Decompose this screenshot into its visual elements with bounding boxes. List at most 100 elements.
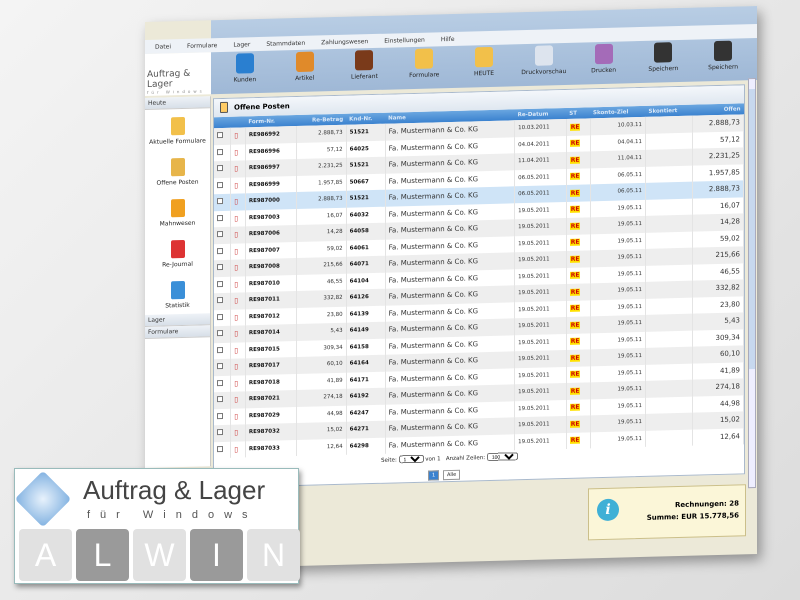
pdf-icon[interactable]: ▯ [234, 148, 238, 156]
menu-item-hilfe[interactable]: Hilfe [441, 35, 455, 42]
column-header[interactable] [214, 116, 231, 129]
cell-status: RE [566, 365, 591, 383]
row-checkbox[interactable] [217, 330, 223, 337]
menu-item-stammdaten[interactable]: Stammdaten [266, 39, 305, 47]
pdf-icon[interactable]: ▯ [234, 264, 238, 272]
pdf-icon[interactable]: ▯ [234, 214, 238, 222]
toolbar-label: Artikel [295, 74, 315, 83]
pdf-icon[interactable]: ▯ [234, 247, 238, 255]
row-checkbox[interactable] [217, 297, 223, 304]
cell-skonto-ziel: 19.05.11 [590, 215, 646, 234]
toolbar-label: Speichern [648, 65, 679, 73]
cell-skontiert [645, 247, 693, 266]
pdf-icon[interactable]: ▯ [234, 165, 238, 173]
row-checkbox[interactable] [217, 379, 223, 386]
row-checkbox[interactable] [217, 231, 223, 238]
toolbar-button-heute[interactable]: HEUTE [454, 46, 514, 78]
pdf-icon[interactable]: ▯ [234, 132, 238, 140]
pdf-icon[interactable]: ▯ [234, 346, 238, 354]
toolbar-button-artikel[interactable]: Artikel [275, 51, 335, 83]
menu-item-lager[interactable]: Lager [233, 41, 250, 48]
cell-re-betrag: 215,66 [296, 256, 347, 275]
pdf-icon[interactable]: ▯ [234, 297, 238, 305]
rows-per-page-select[interactable]: 100 [486, 452, 518, 462]
row-checkbox[interactable] [217, 396, 223, 403]
pdf-icon[interactable]: ▯ [234, 379, 238, 387]
cell-form-nr: RE987018 [245, 373, 297, 392]
row-checkbox[interactable] [217, 165, 223, 172]
sidebar-item-aktuelle-formulare[interactable]: Aktuelle Formulare [145, 108, 210, 151]
pdf-icon[interactable]: ▯ [234, 412, 238, 420]
vertical-scrollbar[interactable] [748, 78, 756, 489]
pdf-cell: ▯ [230, 226, 246, 244]
row-checkbox[interactable] [217, 363, 223, 370]
cell-skonto-ziel: 19.05.11 [590, 331, 646, 350]
menu-item-formulare[interactable]: Formulare [187, 42, 217, 50]
pdf-icon[interactable]: ▯ [234, 396, 238, 404]
cell-status: RE [566, 118, 591, 136]
pdf-icon[interactable]: ▯ [234, 231, 238, 239]
cell-status: RE [566, 283, 591, 301]
row-checkbox[interactable] [217, 429, 223, 436]
row-checkbox[interactable] [217, 313, 223, 320]
toolbar-button-kunden[interactable]: Kunden [215, 53, 275, 85]
sidebar-section-formulare[interactable]: Formulare [145, 325, 210, 339]
row-checkbox[interactable] [217, 264, 223, 271]
all-pages-button[interactable]: Alle [442, 469, 461, 481]
page-1-button[interactable]: 1 [428, 470, 440, 481]
pdf-icon[interactable]: ▯ [234, 330, 238, 338]
page-select[interactable]: 1 [398, 454, 424, 464]
row-checkbox[interactable] [217, 214, 223, 221]
toolbar-button-speichern[interactable]: Speichern [693, 40, 753, 72]
status-badge: RE [569, 420, 581, 428]
row-checkbox[interactable] [217, 132, 223, 139]
pdf-icon[interactable]: ▯ [234, 198, 238, 206]
sidebar-item-mahnwesen[interactable]: Mahnwesen [145, 190, 210, 233]
cell-name: Fa. Mustermann & Co. KG [385, 433, 515, 454]
cell-status: RE [566, 349, 591, 367]
menu-item-einstellungen[interactable]: Einstellungen [384, 36, 425, 44]
menu-item-zahlungswesen[interactable]: Zahlungswesen [321, 38, 368, 46]
row-checkbox[interactable] [217, 412, 223, 419]
toolbar-button-speichern[interactable]: Speichern [633, 42, 693, 74]
cell-knd-nr: 64158 [346, 338, 386, 356]
sidebar-item-re-journal[interactable]: Re-Journal [145, 231, 210, 274]
scrollbar-thumb[interactable] [749, 89, 755, 370]
row-checkbox[interactable] [217, 346, 223, 353]
menu-item-datei[interactable]: Datei [155, 43, 171, 50]
pdf-icon[interactable]: ▯ [234, 181, 238, 189]
pdf-icon[interactable]: ▯ [234, 313, 238, 321]
pdf-icon[interactable]: ▯ [234, 429, 238, 437]
toolbar-button-formulare[interactable]: Formulare [394, 48, 454, 80]
pdf-icon[interactable]: ▯ [234, 363, 238, 371]
toolbar-button-drucken[interactable]: Drucken [574, 43, 634, 75]
row-checkbox-cell [214, 375, 231, 393]
pdf-icon[interactable]: ▯ [234, 280, 238, 288]
row-checkbox[interactable] [217, 198, 223, 205]
cell-re-betrag: 2.888,73 [296, 190, 347, 209]
cell-knd-nr: 64164 [346, 354, 386, 373]
pdf-icon[interactable]: ▯ [234, 445, 238, 453]
row-checkbox[interactable] [217, 148, 223, 155]
row-checkbox[interactable] [217, 247, 223, 254]
cell-knd-nr: 64192 [346, 387, 386, 406]
cell-skonto-ziel: 19.05.11 [590, 298, 646, 317]
column-header[interactable]: ST [566, 107, 591, 119]
cell-re-betrag: 14,28 [296, 223, 347, 242]
toolbar-button-druckvorschau[interactable]: Druckvorschau [514, 45, 574, 77]
row-checkbox[interactable] [217, 445, 223, 452]
cell-re-datum: 19.05.2011 [514, 217, 567, 236]
row-checkbox[interactable] [217, 280, 223, 287]
sidebar-item-statistik[interactable]: Statistik [145, 272, 210, 315]
toolbar-label: Lieferant [351, 72, 378, 81]
toolbar-button-lieferant[interactable]: Lieferant [335, 49, 395, 81]
pager: Seite: 1 von 1 Anzahl Zeilen: 100 1 Alle [381, 452, 518, 482]
cell-re-betrag: 2.231,25 [296, 157, 347, 176]
sidebar-item-offene-posten[interactable]: Offene Posten [145, 149, 210, 192]
cell-knd-nr: 64149 [346, 321, 386, 340]
cell-re-betrag: 274,18 [296, 388, 347, 407]
row-checkbox[interactable] [217, 181, 223, 188]
column-header[interactable] [230, 116, 246, 128]
cell-re-datum: 19.05.2011 [514, 349, 567, 368]
cell-skonto-ziel: 19.05.11 [590, 397, 646, 416]
